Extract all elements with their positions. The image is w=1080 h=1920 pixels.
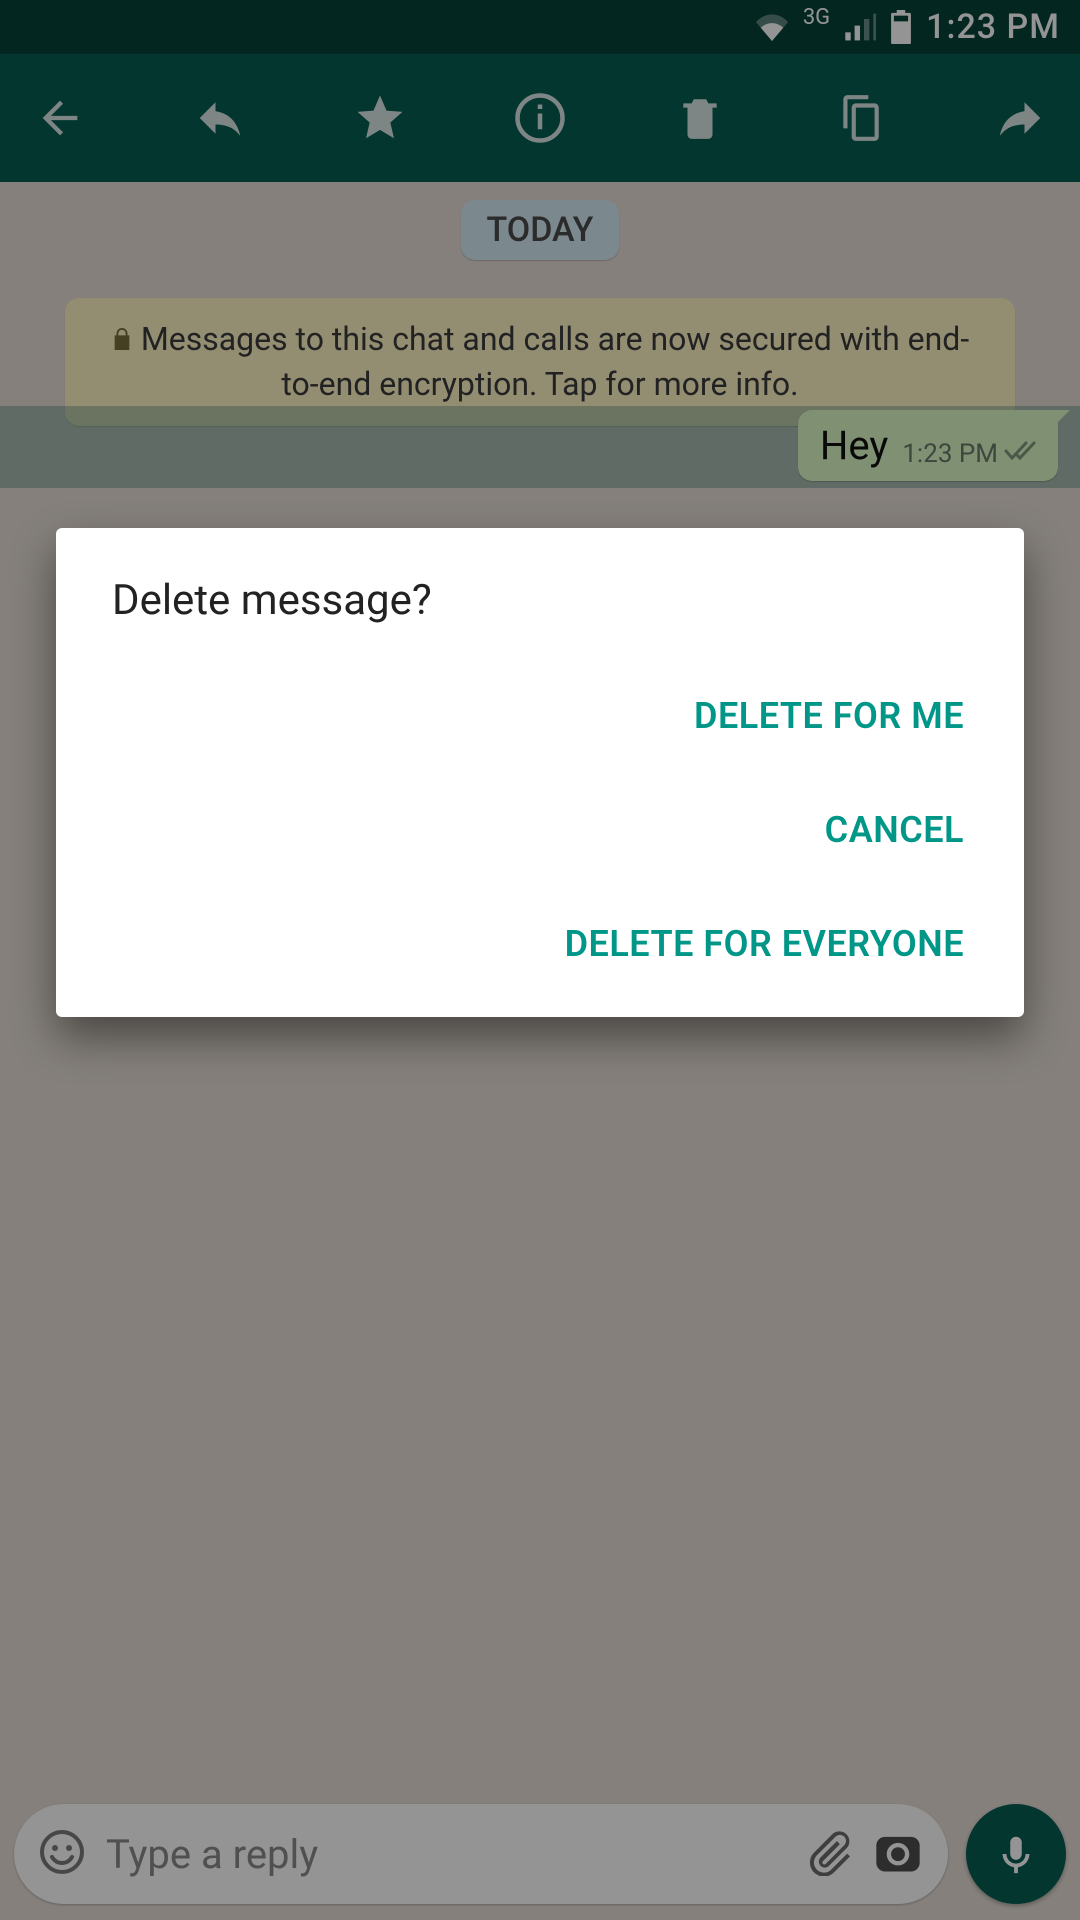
- delete-for-everyone-button[interactable]: DELETE FOR EVERYONE: [561, 911, 968, 977]
- dialog-title: Delete message?: [112, 576, 968, 625]
- delete-message-dialog: Delete message? DELETE FOR ME CANCEL DEL…: [56, 528, 1024, 1017]
- cancel-button[interactable]: CANCEL: [821, 797, 968, 863]
- dialog-actions: DELETE FOR ME CANCEL DELETE FOR EVERYONE: [112, 673, 968, 977]
- screen: 3G 1:23 PM TODAY: [0, 0, 1080, 1920]
- delete-for-me-button[interactable]: DELETE FOR ME: [690, 683, 968, 749]
